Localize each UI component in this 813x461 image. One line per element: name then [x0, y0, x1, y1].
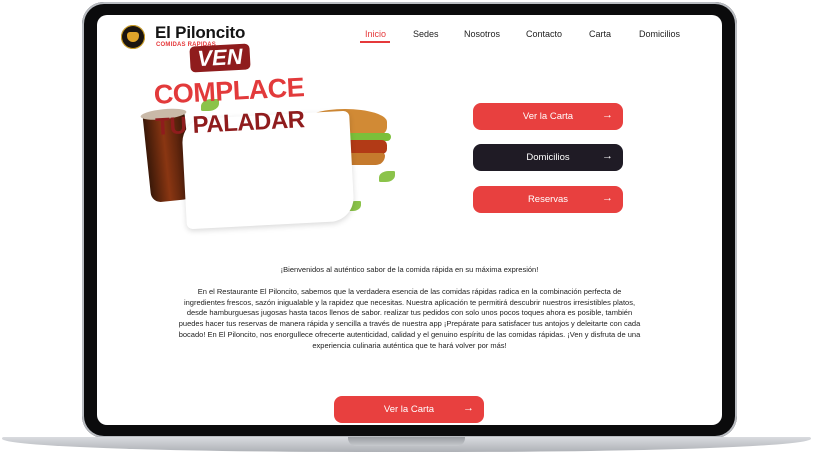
nav-active-underline — [360, 41, 390, 43]
cta-ver-carta-label: Ver la Carta — [383, 404, 435, 415]
reservas-button[interactable]: Reservas → — [473, 186, 623, 213]
welcome-paragraph: En el Restaurante El Piloncito, sabemos … — [178, 287, 641, 350]
ver-carta-label: Ver la Carta — [522, 111, 574, 122]
domicilios-label: Domicilios — [526, 152, 570, 163]
nav-inicio[interactable]: Inicio — [365, 29, 386, 39]
cta-ver-carta-button[interactable]: Ver la Carta → — [334, 396, 484, 423]
arrow-right-icon: → — [602, 150, 613, 162]
nav-nosotros[interactable]: Nosotros — [464, 29, 500, 39]
laptop-notch — [348, 437, 465, 446]
nav-contacto[interactable]: Contacto — [526, 29, 562, 39]
browser-screen: El Piloncito COMIDAS RAPIDAS Inicio Sede… — [97, 15, 722, 425]
logo-icon[interactable] — [121, 25, 145, 49]
nav-carta[interactable]: Carta — [589, 29, 611, 39]
arrow-right-icon: → — [602, 109, 613, 121]
nav-domicilios[interactable]: Domicilios — [639, 29, 680, 39]
welcome-heading: ¡Bienvenidos al auténtico sabor de la co… — [280, 265, 539, 274]
domicilios-button[interactable]: Domicilios → — [473, 144, 623, 171]
leaf-icon — [379, 171, 395, 182]
arrow-right-icon: → — [602, 192, 613, 204]
hero-line-ven: VEN — [189, 43, 251, 73]
arrow-right-icon: → — [463, 402, 474, 414]
reservas-label: Reservas — [527, 194, 569, 205]
nav-sedes[interactable]: Sedes — [413, 29, 439, 39]
ver-carta-button[interactable]: Ver la Carta → — [473, 103, 623, 130]
brand-name[interactable]: El Piloncito — [155, 24, 245, 42]
